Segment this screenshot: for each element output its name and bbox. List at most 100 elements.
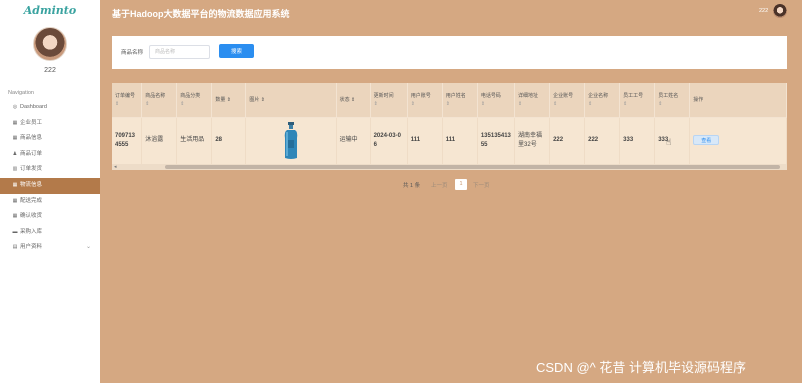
view-button[interactable]: 查看	[693, 135, 720, 146]
sidebar-item-orders[interactable]: ♟ 商品订单	[0, 147, 100, 163]
sidebar-item-label: 订单发货	[20, 166, 43, 173]
cell-user-account: 111	[407, 117, 443, 164]
sidebar-item-label: Dashboard	[20, 104, 47, 110]
column-header[interactable]: 员工工号 ⇕	[619, 83, 656, 118]
sort-icon: ⇕	[260, 96, 265, 103]
column-header[interactable]: 用户账号 ⇕	[407, 83, 443, 118]
table-header-row: 订单编号 ⇕ 商品名称 ⇕ 商品分类 ⇕ 数量 ⇕ 图片 ⇕ 状态 ⇕ 更新时间 ⇕ 用…	[112, 83, 787, 118]
column-header[interactable]: 电话号码 ⇕	[477, 83, 516, 118]
cell-company-name: 222	[584, 117, 621, 164]
search-label: 商品名称	[121, 50, 144, 56]
sort-icon: ⇕	[518, 100, 523, 107]
sidebar-item-label: 物流信息	[20, 181, 43, 188]
search-panel: 商品名称 搜索	[112, 36, 787, 69]
cell-product-name: 沐浴露	[141, 117, 178, 164]
chart-icon: ▥	[12, 166, 18, 173]
cell-address: 湖南幸福里32号	[514, 117, 551, 164]
cell-staff-name: 333	[654, 117, 691, 164]
page-title: 基于Hadoop大数据平台的物流数据应用系统	[112, 9, 290, 19]
search-input[interactable]	[149, 45, 210, 59]
grid-icon: ▦	[12, 135, 18, 142]
brand-logo[interactable]: Adminto	[0, 4, 100, 17]
sidebar-item-profile[interactable]: ▤ 用户资料 ⌄	[0, 240, 100, 256]
sidebar-item-label: 商品订单	[20, 150, 43, 157]
next-page-button[interactable]: 下一页	[473, 181, 490, 189]
nav-section-title: Navigation	[8, 90, 34, 96]
avatar[interactable]	[33, 27, 67, 61]
profile-icon: ▤	[12, 244, 18, 251]
column-header[interactable]: 图片 ⇕	[245, 83, 337, 118]
sidebar-item-receipt[interactable]: ▦ 确认收货	[0, 209, 100, 225]
sort-icon: ⇕	[410, 100, 415, 107]
sidebar-item-label: 配送完成	[20, 197, 43, 204]
pagination-total: 共 1 条	[403, 183, 421, 189]
column-header[interactable]: 数量 ⇕	[211, 83, 247, 118]
table-scrollbar[interactable]: ◂	[112, 164, 787, 170]
column-header[interactable]: 更新时间 ⇕	[370, 83, 408, 118]
column-header[interactable]: 订单编号 ⇕	[112, 83, 143, 118]
sidebar-item-label: 商品信息	[20, 135, 43, 142]
column-header[interactable]: 员工姓名 ⇕	[654, 83, 691, 118]
cell-phone: 13513541355	[477, 117, 516, 164]
sidebar-item-purchase[interactable]: ▬ 采购入库	[0, 225, 100, 241]
cell-order-no: 7097134555	[112, 117, 143, 164]
prev-page-button[interactable]: 上一页	[431, 181, 448, 189]
grid-icon: ▦	[12, 213, 18, 220]
sort-icon: ⇕	[623, 100, 628, 107]
column-header[interactable]: 用户姓名 ⇕	[442, 83, 478, 118]
column-header[interactable]: 商品名称 ⇕	[141, 83, 178, 118]
cell-category: 生活用品	[176, 117, 213, 164]
cell-image[interactable]	[245, 117, 337, 164]
column-header[interactable]: 企业账号 ⇕	[549, 83, 586, 118]
column-header[interactable]: 状态 ⇕	[336, 83, 371, 118]
cell-quantity: 28	[211, 117, 247, 164]
sort-icon: ⇕	[658, 100, 663, 107]
mouse-cursor-icon: ☝	[666, 137, 672, 147]
sort-icon: ⇕	[180, 100, 185, 107]
sort-icon: ⇕	[480, 100, 486, 107]
scroll-left-arrow-icon[interactable]: ◂	[114, 164, 117, 170]
column-header: 操作	[689, 83, 787, 118]
sort-icon: ⇕	[373, 100, 378, 107]
sidebar-item-products[interactable]: ▦ 商品信息	[0, 131, 100, 147]
column-header[interactable]: 商品分类 ⇕	[176, 83, 213, 118]
person-icon: ♟	[12, 150, 18, 157]
cell-status: 运输中	[336, 117, 371, 164]
sidebar-item-employees[interactable]: ▦ 企业员工	[0, 116, 100, 132]
cell-actions: 查看	[689, 117, 787, 164]
header-user-name[interactable]: 222	[759, 8, 768, 14]
sidebar-item-label: 确认收货	[20, 213, 43, 220]
sort-icon: ⇕	[145, 100, 150, 107]
sort-icon: ⇕	[226, 96, 231, 103]
table-row: 7097134555 沐浴露 生活用品 28 运输中 2024-03-06 11…	[112, 117, 787, 164]
column-header[interactable]: 详细地址 ⇕	[514, 83, 551, 118]
cell-user-name: 111	[442, 117, 478, 164]
shampoo-bottle-image	[284, 121, 298, 159]
sort-icon: ⇕	[588, 100, 593, 107]
scrollbar-thumb[interactable]	[165, 165, 780, 169]
sidebar-item-label: 采购入库	[20, 228, 43, 235]
search-button[interactable]: 搜索	[219, 44, 254, 58]
sidebar-item-delivered[interactable]: ▦ 配送完成	[0, 194, 100, 210]
grid-icon: ▦	[12, 181, 18, 188]
sidebar-user-name: 222	[44, 67, 56, 74]
sidebar-item-logistics[interactable]: ▦ 物流信息	[0, 177, 100, 194]
chevron-down-icon: ⌄	[85, 244, 91, 251]
grid-icon: ▦	[12, 119, 18, 126]
sidebar-item-label: 企业员工	[20, 119, 43, 126]
sidebar-item-shipping[interactable]: ▥ 订单发货	[0, 162, 100, 178]
sidebar-item-dashboard[interactable]: ◎ Dashboard	[0, 100, 100, 116]
sort-icon: ⇕	[115, 100, 120, 107]
data-table: 订单编号 ⇕ 商品名称 ⇕ 商品分类 ⇕ 数量 ⇕ 图片 ⇕ 状态 ⇕ 更新时间 ⇕ 用…	[112, 83, 787, 171]
sort-icon: ⇕	[351, 96, 356, 103]
cell-updated-at: 2024-03-06	[370, 117, 408, 164]
header-avatar[interactable]	[773, 4, 787, 18]
watermark: CSDN @^ 花昔 计算机毕设源码程序	[536, 360, 746, 375]
sidebar-item-label: 用户资料	[20, 244, 43, 251]
cell-staff-no: 333	[619, 117, 656, 164]
column-header[interactable]: 企业名称 ⇕	[584, 83, 621, 118]
dashboard-icon: ◎	[12, 104, 18, 110]
sidebar-nav: ◎ Dashboard ▦ 企业员工 ▦ 商品信息 ♟ 商品订单 ▥ 订单发货 ▦ 物流信息…	[0, 100, 100, 256]
sort-icon: ⇕	[553, 100, 558, 107]
page-number-1[interactable]: 1	[455, 179, 467, 190]
